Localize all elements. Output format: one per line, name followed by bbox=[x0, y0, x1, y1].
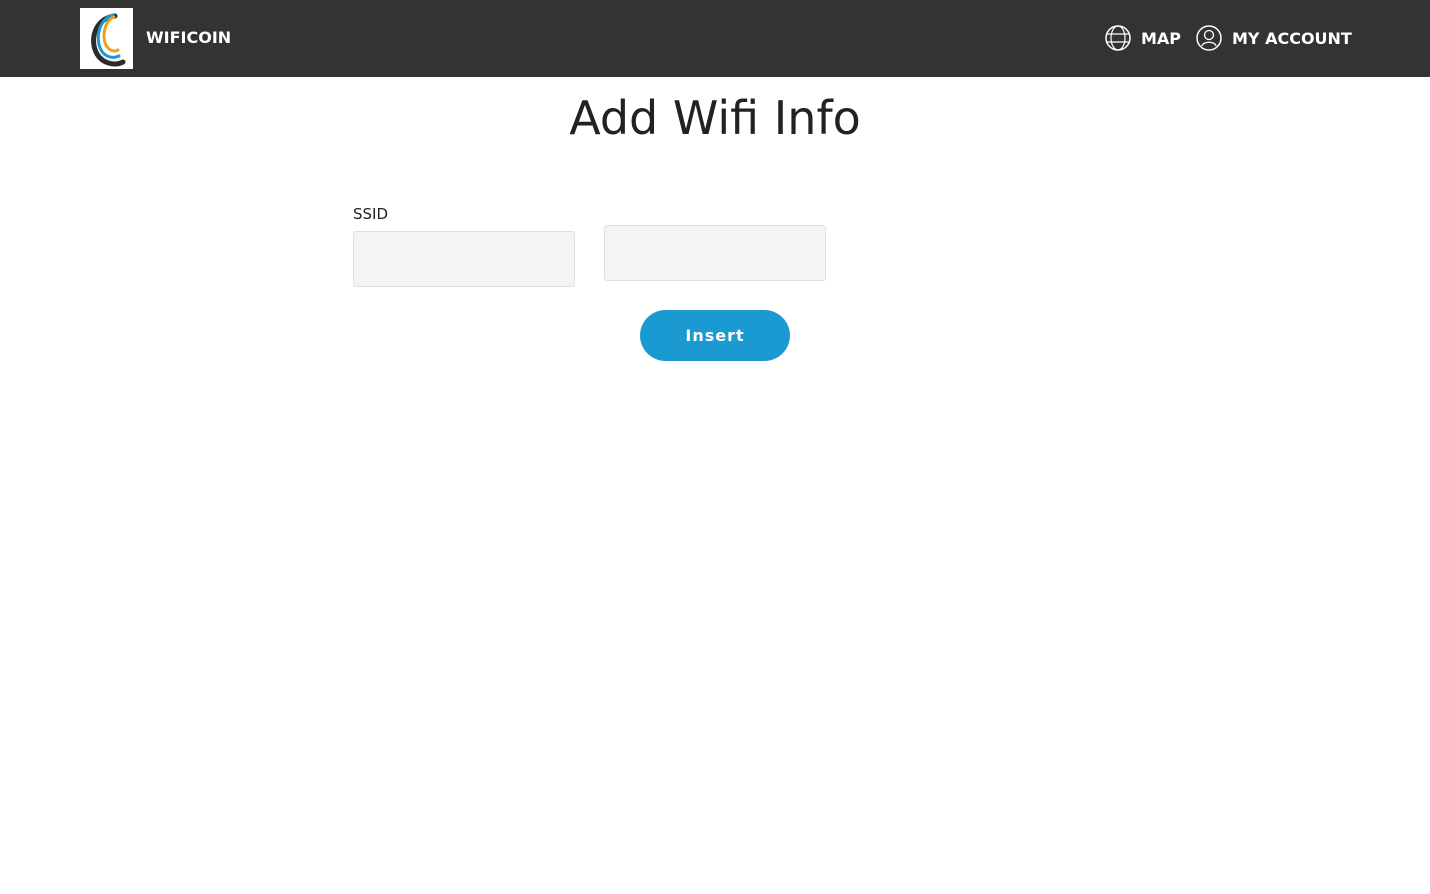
swirl-logo-icon bbox=[90, 13, 125, 66]
nav-account-label: MY ACCOUNT bbox=[1232, 28, 1352, 48]
ssid-label: SSID bbox=[353, 205, 389, 223]
insert-button[interactable]: Insert bbox=[640, 310, 790, 361]
brand-name[interactable]: WIFICOIN bbox=[146, 27, 231, 49]
logo[interactable] bbox=[80, 8, 133, 69]
nav-account-link[interactable]: MY ACCOUNT bbox=[1195, 22, 1352, 54]
globe-icon bbox=[1104, 24, 1132, 52]
page-title: Add Wifi Info bbox=[569, 91, 861, 145]
top-navbar: WIFICOIN MAP MY ACCOUNT bbox=[0, 0, 1430, 77]
user-circle-icon bbox=[1195, 24, 1223, 52]
second-input[interactable] bbox=[604, 225, 826, 281]
ssid-input[interactable] bbox=[353, 231, 575, 287]
nav-map-label: MAP bbox=[1141, 28, 1182, 48]
nav-map-link[interactable]: MAP bbox=[1104, 22, 1181, 54]
